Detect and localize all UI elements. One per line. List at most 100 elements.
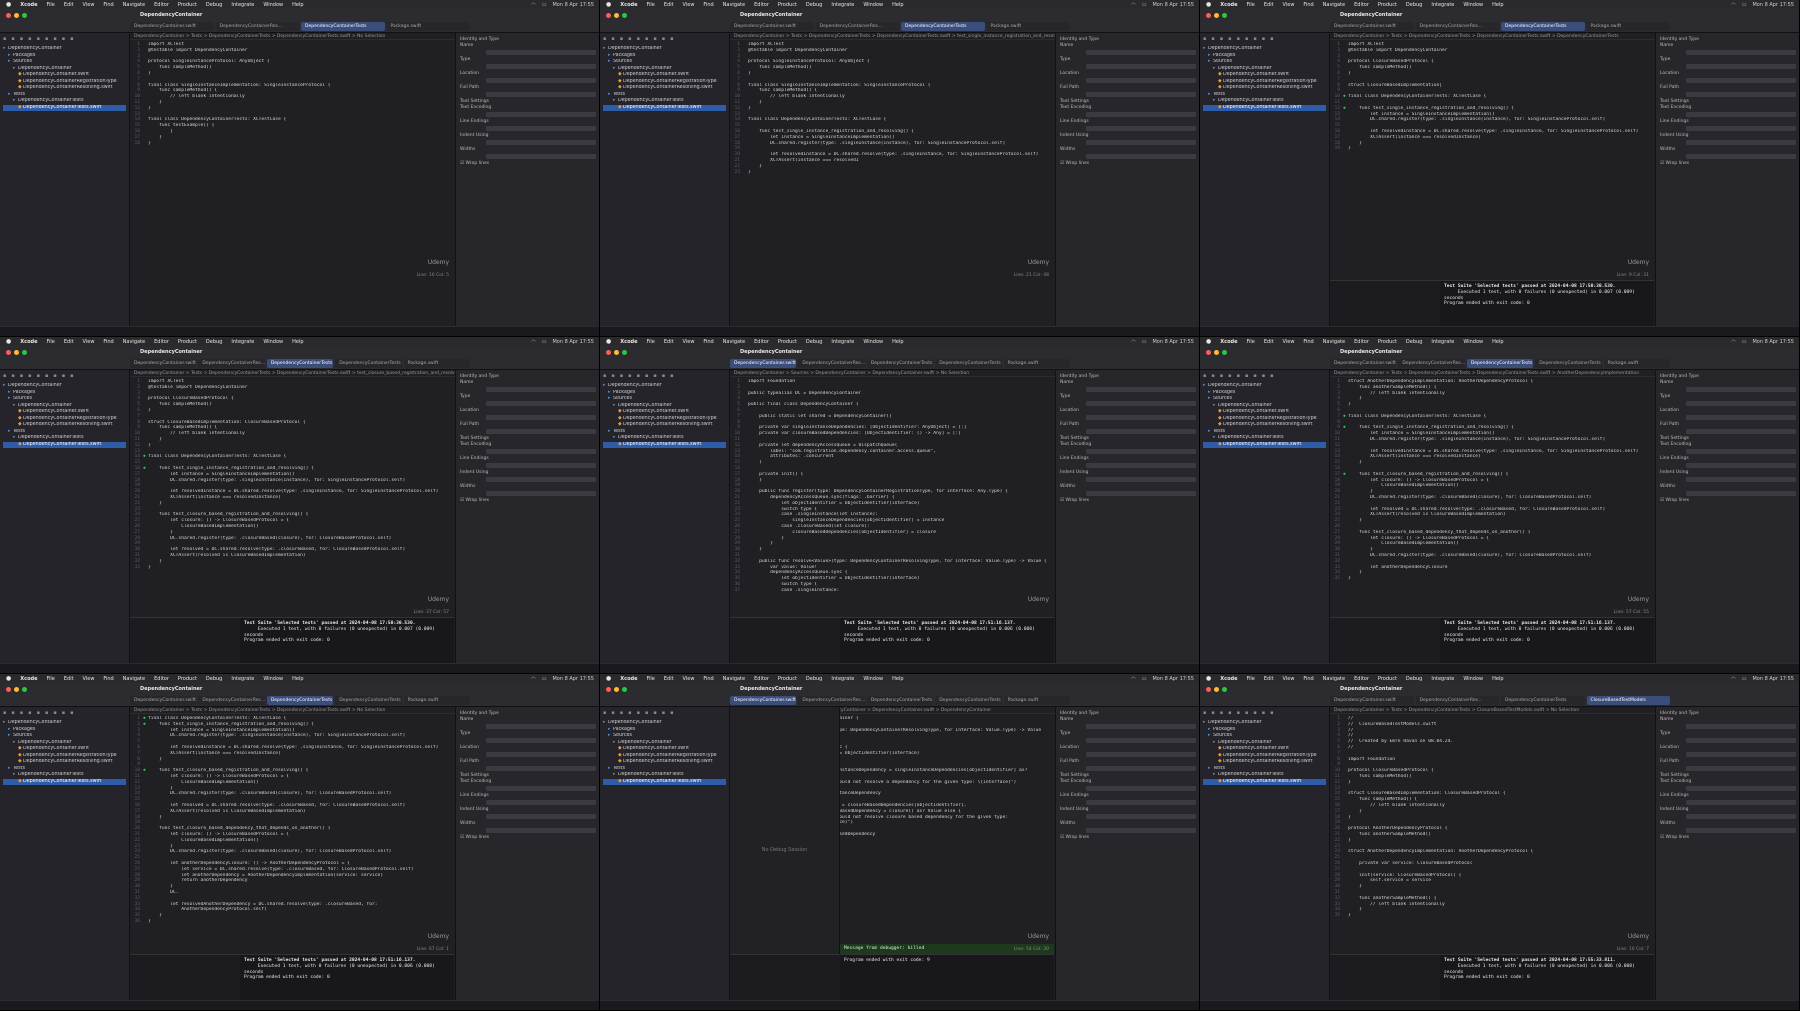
inspector-field[interactable]: [1686, 92, 1796, 97]
inspector-field[interactable]: [1086, 112, 1196, 117]
inspector-field[interactable]: [1686, 387, 1796, 392]
minimize-window-button[interactable]: [1214, 687, 1219, 692]
editor-tab[interactable]: DependencyContainer.swift: [730, 696, 797, 705]
wrap-lines-checkbox[interactable]: ☑ Wrap lines: [460, 498, 596, 503]
warning-icon[interactable]: ▪: [637, 710, 640, 717]
editor-tab[interactable]: DependencyContainerRes...: [1415, 22, 1499, 31]
debug-icon[interactable]: ▪: [53, 710, 56, 717]
minimize-window-button[interactable]: [1214, 350, 1219, 355]
inspector-field[interactable]: [1686, 463, 1796, 468]
inspector-field[interactable]: [1086, 126, 1196, 131]
menu-item[interactable]: Edit: [664, 676, 674, 682]
editor-tab[interactable]: Package.swift: [1003, 359, 1071, 368]
inspector-field[interactable]: [1086, 449, 1196, 454]
editor-tab[interactable]: Package.swift: [986, 22, 1070, 31]
code-editor[interactable]: DependencyContainer > Tests > Dependency…: [730, 33, 1055, 326]
search-icon[interactable]: ▪: [1228, 710, 1231, 717]
editor-tab[interactable]: DependencyContainer.swift: [1330, 696, 1414, 705]
breakpoint-icon[interactable]: ▪: [662, 373, 665, 380]
menu-item[interactable]: Product: [778, 2, 797, 8]
inspector-field[interactable]: [1686, 491, 1796, 496]
menu-item[interactable]: Navigate: [1323, 339, 1345, 345]
report-icon[interactable]: ▪: [670, 710, 673, 717]
bookmark-icon[interactable]: ▪: [1220, 373, 1223, 380]
warning-icon[interactable]: ▪: [1237, 710, 1240, 717]
inspector-field[interactable]: [486, 154, 596, 159]
search-icon[interactable]: ▪: [28, 36, 31, 43]
apple-menu-icon[interactable]: ●: [606, 675, 611, 682]
minimize-window-button[interactable]: [614, 687, 619, 692]
menu-item[interactable]: Editor: [754, 339, 769, 345]
menu-item[interactable]: Debug: [206, 2, 222, 8]
bookmark-icon[interactable]: ▪: [20, 710, 23, 717]
warning-icon[interactable]: ▪: [37, 373, 40, 380]
navigator-item[interactable]: ◆DependencyContainerTests.swift: [603, 778, 726, 785]
inspector-field[interactable]: [1086, 786, 1196, 791]
editor-tab[interactable]: DependencyContainerTests: [866, 696, 934, 705]
battery-icon[interactable]: ▭: [1142, 339, 1147, 345]
inspector-field[interactable]: [1086, 477, 1196, 482]
apple-menu-icon[interactable]: ●: [6, 338, 11, 345]
battery-icon[interactable]: ▭: [1742, 2, 1747, 8]
close-window-button[interactable]: [6, 13, 11, 18]
editor-tab[interactable]: DependencyContainerTests: [335, 696, 402, 705]
close-window-button[interactable]: [1206, 687, 1211, 692]
menu-item[interactable]: Find: [1303, 339, 1313, 345]
menu-item[interactable]: File: [1246, 2, 1254, 8]
inspector-field[interactable]: [1086, 828, 1196, 833]
inspector-field[interactable]: [1086, 415, 1196, 420]
menu-item[interactable]: File: [46, 339, 54, 345]
inspector-field[interactable]: [1686, 766, 1796, 771]
editor-tab[interactable]: DependencyContainerTests: [901, 22, 985, 31]
inspector-field[interactable]: [486, 491, 596, 496]
inspector-field[interactable]: [1086, 429, 1196, 434]
editor-tab[interactable]: DependencyContainerRes...: [1415, 696, 1499, 705]
breakpoint-icon[interactable]: ▪: [62, 373, 65, 380]
editor-tab[interactable]: DependencyContainerTests: [1501, 696, 1585, 705]
code-area[interactable]: 1 struct AnotherDependencyImplementation:…: [1330, 377, 1655, 582]
bookmark-icon[interactable]: ▪: [1220, 36, 1223, 43]
editor-tab[interactable]: DependencyContainer.swift: [1330, 359, 1397, 368]
menu-item[interactable]: View: [83, 676, 95, 682]
wifi-icon[interactable]: ◠: [1131, 339, 1135, 345]
editor-tab[interactable]: Package.swift: [1586, 22, 1670, 31]
menu-item[interactable]: Window: [1463, 2, 1483, 8]
report-icon[interactable]: ▪: [1270, 373, 1273, 380]
folder-icon[interactable]: ▪: [1203, 36, 1206, 43]
search-icon[interactable]: ▪: [28, 710, 31, 717]
breakpoint-icon[interactable]: ▪: [62, 36, 65, 43]
inspector-field[interactable]: [1686, 449, 1796, 454]
test-icon[interactable]: ▪: [1245, 373, 1248, 380]
bookmark-icon[interactable]: ▪: [620, 373, 623, 380]
menu-item[interactable]: Editor: [754, 676, 769, 682]
inspector-field[interactable]: [486, 463, 596, 468]
debug-icon[interactable]: ▪: [1253, 36, 1256, 43]
inspector-field[interactable]: [1686, 415, 1796, 420]
test-icon[interactable]: ▪: [645, 373, 648, 380]
wifi-icon[interactable]: ◠: [1131, 2, 1135, 8]
inspector-field[interactable]: [486, 766, 596, 771]
inspector-field[interactable]: [486, 140, 596, 145]
editor-tab[interactable]: ClosureBasedTestModels: [1586, 696, 1670, 705]
menu-item[interactable]: Integrate: [231, 339, 254, 345]
inspector-field[interactable]: [1686, 50, 1796, 55]
zoom-window-button[interactable]: [622, 13, 627, 18]
close-window-button[interactable]: [1206, 13, 1211, 18]
menu-item[interactable]: Integrate: [1431, 2, 1454, 8]
zoom-window-button[interactable]: [622, 350, 627, 355]
inspector-field[interactable]: [486, 126, 596, 131]
menu-item[interactable]: Edit: [1264, 339, 1274, 345]
test-icon[interactable]: ▪: [45, 36, 48, 43]
menu-item[interactable]: Navigate: [723, 339, 745, 345]
wrap-lines-checkbox[interactable]: ☑ Wrap lines: [1660, 161, 1796, 166]
inspector-field[interactable]: [1086, 92, 1196, 97]
folder-icon[interactable]: ▪: [603, 36, 606, 43]
inspector-field[interactable]: [1086, 78, 1196, 83]
menu-item[interactable]: Integrate: [1431, 339, 1454, 345]
warning-icon[interactable]: ▪: [637, 373, 640, 380]
inspector-field[interactable]: [1686, 786, 1796, 791]
zoom-window-button[interactable]: [22, 350, 27, 355]
source-control-icon[interactable]: ▪: [11, 36, 14, 43]
menu-item[interactable]: Navigate: [1323, 676, 1345, 682]
menu-item[interactable]: Product: [178, 339, 197, 345]
